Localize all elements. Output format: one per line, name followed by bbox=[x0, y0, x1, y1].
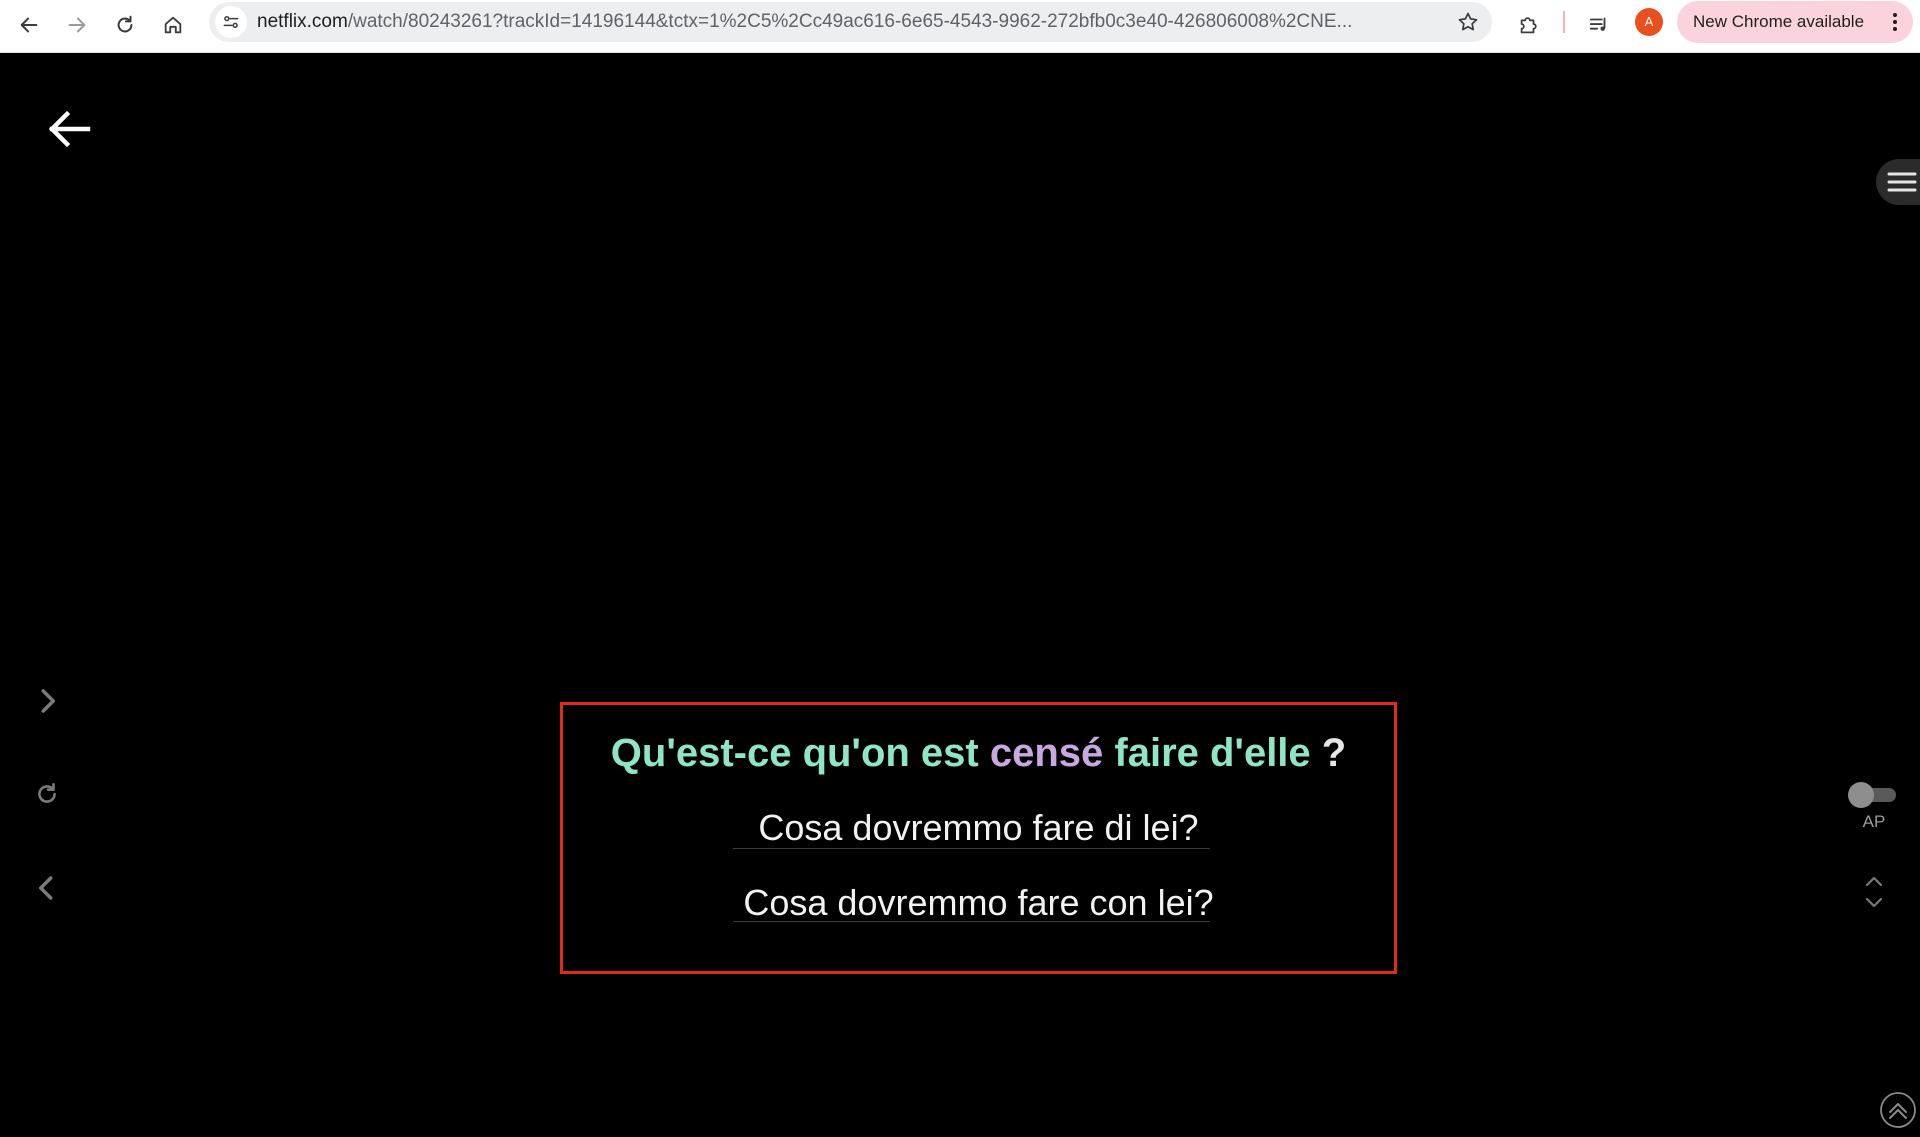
browser-toolbar: netflix.com/watch/80243261?trackId=14196… bbox=[0, 0, 1920, 53]
star-icon bbox=[1458, 12, 1478, 31]
player-back-button[interactable] bbox=[44, 104, 94, 154]
reload-icon bbox=[117, 15, 133, 33]
home-icon bbox=[164, 16, 182, 34]
address-bar[interactable]: netflix.com/watch/80243261?trackId=14196… bbox=[209, 2, 1492, 42]
chrome-update-chip[interactable]: New Chrome available bbox=[1677, 1, 1913, 43]
highlighted-word[interactable]: censé bbox=[990, 731, 1103, 775]
translation-line-2: Cosa dovremmo fare con lei? bbox=[743, 882, 1214, 923]
bookmark-button[interactable] bbox=[1456, 10, 1480, 34]
next-subtitle-button[interactable] bbox=[27, 681, 67, 721]
subtitle-position-button[interactable] bbox=[1860, 872, 1888, 912]
kebab-icon[interactable] bbox=[1887, 10, 1903, 34]
autopause-toggle[interactable] bbox=[1848, 781, 1896, 808]
url-path: /watch/80243261?trackId=14196144&tctx=1%… bbox=[347, 11, 1353, 32]
arrow-right-icon bbox=[68, 17, 86, 33]
original-subtitle-start: Qu'est-ce qu'on est bbox=[610, 731, 990, 775]
update-chip-label: New Chrome available bbox=[1693, 12, 1865, 31]
toolbar-separator bbox=[1563, 11, 1565, 33]
extensions-button[interactable] bbox=[1508, 5, 1548, 45]
browser-back-button[interactable] bbox=[9, 5, 49, 45]
subtitle-highlight-box: Qu'est-ce qu'on est censé faire d'elle ?… bbox=[560, 702, 1397, 974]
profile-avatar[interactable]: A bbox=[1635, 8, 1663, 36]
site-info-button[interactable] bbox=[215, 6, 247, 38]
media-queue-icon bbox=[1589, 17, 1606, 31]
original-subtitle-punctuation: ? bbox=[1310, 731, 1347, 775]
browser-home-button[interactable] bbox=[153, 5, 193, 45]
url-domain: netflix.com bbox=[257, 11, 348, 32]
autopause-label: AP bbox=[1862, 812, 1886, 831]
tune-icon bbox=[223, 15, 239, 28]
browser-forward-button[interactable] bbox=[57, 5, 97, 45]
original-subtitle[interactable]: Qu'est-ce qu'on est censé faire d'elle ? bbox=[563, 731, 1394, 776]
url-text[interactable]: netflix.com/watch/80243261?trackId=14196… bbox=[257, 2, 1437, 42]
previous-subtitle-button[interactable] bbox=[27, 868, 67, 908]
puzzle-icon bbox=[1520, 17, 1537, 34]
repeat-subtitle-button[interactable] bbox=[27, 774, 67, 814]
arrow-left-icon bbox=[20, 17, 38, 33]
translation-line-1: Cosa dovremmo fare di lei? bbox=[758, 807, 1199, 848]
chevron-left-icon bbox=[39, 876, 53, 900]
autopause-knob bbox=[1848, 782, 1874, 808]
chevron-up-down-icon bbox=[1865, 876, 1883, 908]
browser-reload-button[interactable] bbox=[105, 5, 145, 45]
hamburger-icon bbox=[1887, 172, 1917, 192]
repeat-icon bbox=[38, 782, 56, 803]
video-player[interactable]: Qu'est-ce qu'on est censé faire d'elle ?… bbox=[0, 54, 1920, 1137]
back-arrow-icon bbox=[48, 110, 91, 148]
scroll-to-top-icon bbox=[1880, 1092, 1916, 1128]
side-menu-button[interactable] bbox=[1876, 159, 1920, 205]
original-subtitle-end: faire d'elle bbox=[1103, 731, 1311, 775]
scroll-to-top-button[interactable] bbox=[1879, 1091, 1917, 1129]
chevron-right-icon bbox=[41, 689, 55, 713]
media-control-button[interactable] bbox=[1579, 5, 1619, 45]
